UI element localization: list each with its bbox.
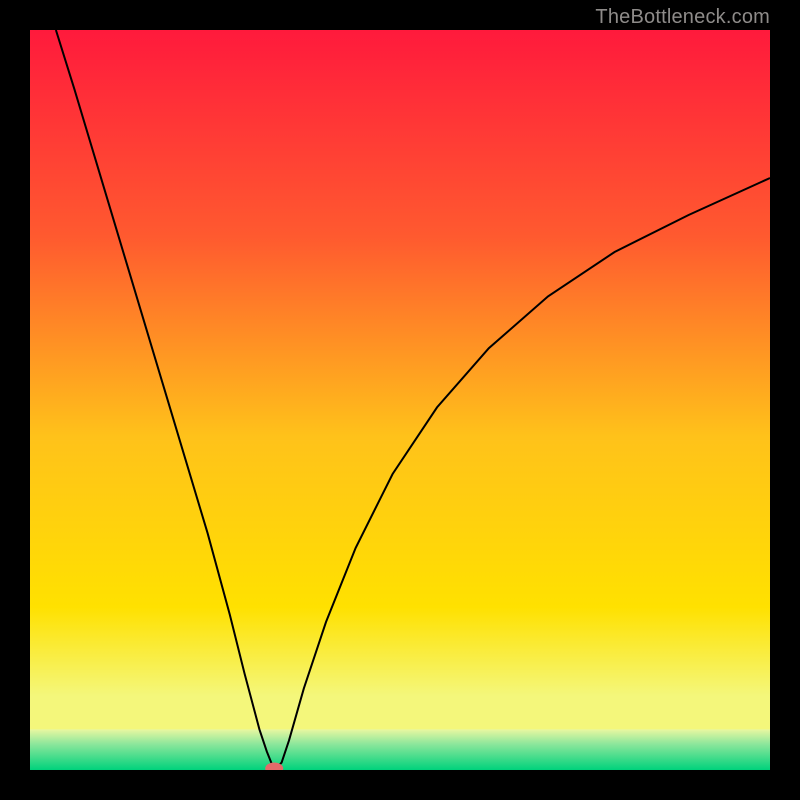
watermark: TheBottleneck.com xyxy=(595,6,770,29)
chart-plot xyxy=(30,30,770,770)
gradient-background xyxy=(30,30,770,770)
green-band xyxy=(30,729,770,770)
chart-frame xyxy=(30,30,770,770)
